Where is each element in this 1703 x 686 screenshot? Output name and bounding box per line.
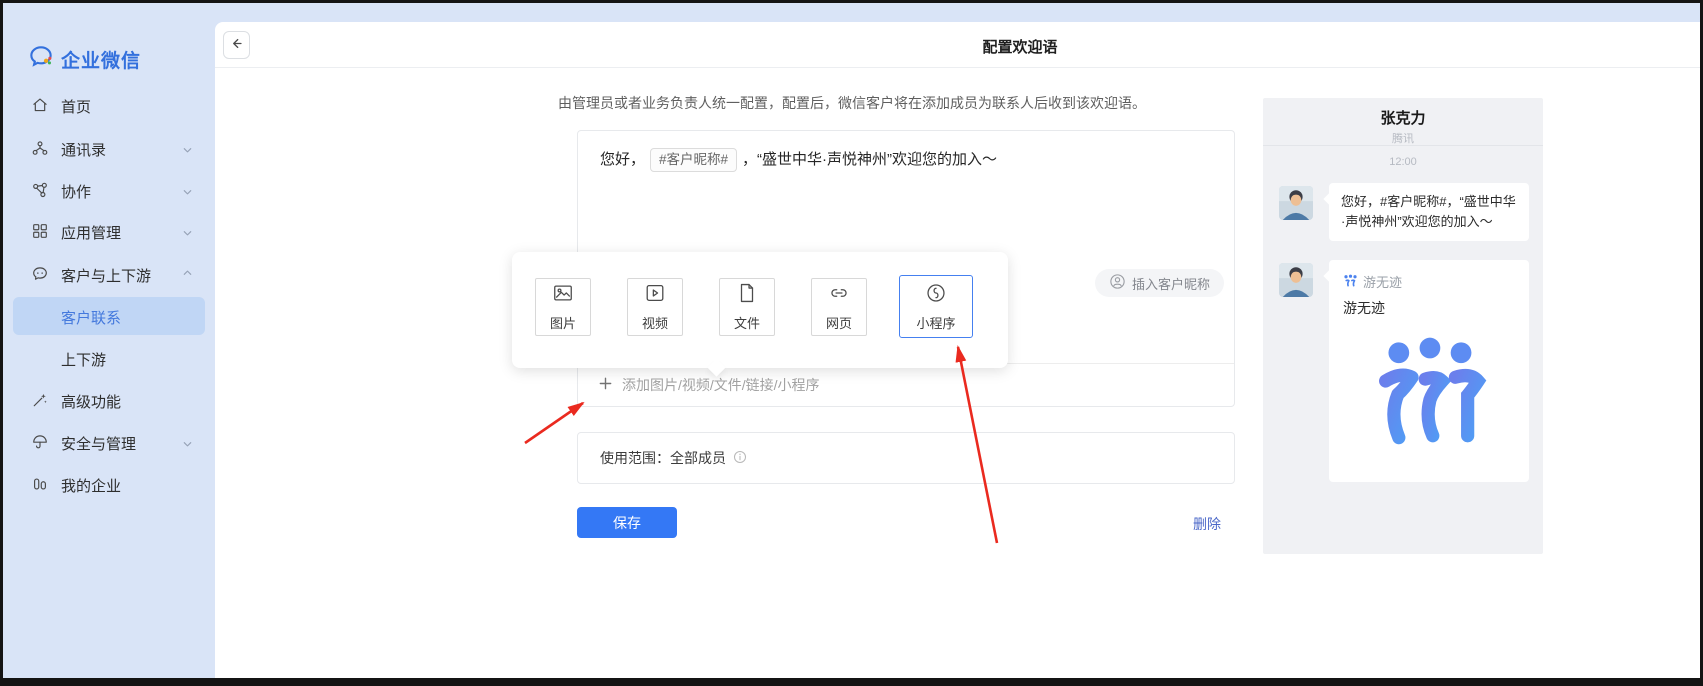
collaboration-icon: [31, 181, 49, 199]
popup-option-label: 图片: [550, 313, 576, 332]
popup-option-webpage[interactable]: 网页: [811, 278, 867, 336]
sidebar-item-label: 上下游: [61, 349, 106, 370]
message-timestamp: 12:00: [1263, 156, 1543, 168]
popup-option-video[interactable]: 视频: [627, 278, 683, 336]
home-icon: [31, 96, 49, 114]
sidebar-item-label: 客户与上下游: [61, 265, 151, 286]
chat-preview-panel: 张克力 腾讯 12:00 您好，#客户昵称#，“盛世中华·声悦神州”欢迎您的加入…: [1263, 98, 1543, 554]
link-icon: [828, 282, 850, 309]
brand-logo[interactable]: 企业微信: [27, 43, 141, 75]
contact-company: 腾讯: [1263, 130, 1543, 146]
add-attachment-button[interactable]: 添加图片/视频/文件/链接/小程序: [598, 375, 820, 395]
sidebar-item-home[interactable]: 首页: [3, 86, 215, 124]
chat-message: 游无迹 游无迹: [1279, 260, 1529, 482]
chevron-down-icon: [182, 185, 193, 196]
brand-name: 企业微信: [61, 46, 141, 73]
miniprogram-title: 游无迹: [1343, 298, 1515, 318]
main-panel: 配置欢迎语 由管理员或者业务负责人统一配置，配置后，微信客户将在添加成员为联系人…: [215, 22, 1700, 678]
popup-option-label: 视频: [642, 313, 668, 332]
miniprogram-logo-image: [1363, 332, 1495, 464]
app-grid-icon: [31, 222, 49, 240]
back-button[interactable]: [223, 31, 250, 59]
sidebar-item-my-company[interactable]: 我的企业: [3, 465, 215, 503]
sidebar-item-app-management[interactable]: 应用管理: [3, 212, 215, 250]
welcome-message-bubble: 您好，#客户昵称#，“盛世中华·声悦神州”欢迎您的加入～: [1329, 183, 1529, 241]
sidebar-item-label: 协作: [61, 181, 91, 202]
miniprogram-card: 游无迹 游无迹: [1329, 260, 1529, 482]
contact-name: 张克力: [1263, 107, 1543, 128]
sidebar-item-label: 客户联系: [61, 307, 121, 328]
message-text-prefix: 您好，: [600, 151, 645, 168]
image-icon: [552, 282, 574, 309]
chevron-down-icon: [182, 143, 193, 154]
save-button[interactable]: 保存: [577, 507, 677, 538]
insert-nickname-button[interactable]: 插入客户昵称: [1095, 269, 1224, 297]
contact-avatar: [1279, 186, 1313, 220]
wecom-logo-icon: [27, 43, 54, 75]
scope-card: 使用范围：全部成员: [577, 432, 1235, 484]
sidebar-item-label: 安全与管理: [61, 433, 136, 454]
popup-option-label: 小程序: [916, 313, 955, 332]
scope-label: 使用范围：全部成员: [600, 448, 726, 468]
sidebar-item-upstream-downstream[interactable]: 上下游: [3, 339, 215, 377]
app-window: 企业微信 首页 通讯录 协作 应用管理: [0, 0, 1703, 686]
sidebar-item-collaboration[interactable]: 协作: [3, 171, 215, 209]
preview-contact-header: 张克力 腾讯: [1263, 98, 1543, 146]
sidebar-item-contacts[interactable]: 通讯录: [3, 129, 215, 167]
nickname-tag-chip[interactable]: #客户昵称#: [650, 148, 737, 172]
sidebar-item-label: 首页: [61, 96, 91, 117]
sidebar-item-label: 高级功能: [61, 391, 121, 412]
sidebar-item-label: 我的企业: [61, 475, 121, 496]
company-icon: [31, 475, 49, 493]
popup-option-miniprogram[interactable]: 小程序: [899, 275, 973, 338]
config-description: 由管理员或者业务负责人统一配置，配置后，微信客户将在添加成员为联系人后收到该欢迎…: [402, 93, 1302, 113]
person-circle-icon: [1109, 273, 1126, 293]
miniprogram-source-name: 游无迹: [1363, 272, 1402, 291]
chevron-down-icon: [182, 437, 193, 448]
plus-icon: [598, 376, 613, 394]
chat-message: 您好，#客户昵称#，“盛世中华·声悦神州”欢迎您的加入～: [1279, 183, 1529, 241]
header-bar: 配置欢迎语: [215, 22, 1700, 68]
delete-link[interactable]: 删除: [1193, 514, 1221, 534]
magic-wand-icon: [31, 391, 49, 409]
app-background: 企业微信 首页 通讯录 协作 应用管理: [3, 3, 1700, 678]
sidebar-item-advanced-features[interactable]: 高级功能: [3, 381, 215, 419]
attachment-type-popup: 图片 视频 文件 网页: [512, 252, 1008, 368]
chevron-down-icon: [182, 226, 193, 237]
back-arrow-icon: [230, 37, 243, 53]
miniprogram-icon: [925, 282, 947, 309]
sidebar-item-customer-upstream[interactable]: 客户与上下游: [3, 255, 215, 293]
popup-option-image[interactable]: 图片: [535, 278, 591, 336]
contacts-icon: [31, 139, 49, 157]
info-icon[interactable]: [733, 450, 747, 467]
message-text-suffix: ，“盛世中华·声悦神州”欢迎您的加入～: [742, 151, 997, 168]
sidebar-item-label: 应用管理: [61, 222, 121, 243]
video-icon: [644, 282, 666, 309]
popup-option-label: 文件: [734, 313, 760, 332]
umbrella-icon: [31, 433, 49, 451]
sidebar-item-customer-contact[interactable]: 客户联系: [13, 297, 205, 335]
insert-nickname-label: 插入客户昵称: [1132, 274, 1210, 293]
sidebar-item-label: 通讯录: [61, 139, 106, 160]
chevron-up-icon: [182, 269, 193, 280]
miniprogram-logo-icon: [1343, 273, 1358, 291]
file-icon: [736, 282, 758, 309]
sidebar-item-security-management[interactable]: 安全与管理: [3, 423, 215, 461]
add-attachment-label: 添加图片/视频/文件/链接/小程序: [622, 375, 820, 395]
popup-option-file[interactable]: 文件: [719, 278, 775, 336]
sidebar: 企业微信 首页 通讯录 协作 应用管理: [3, 3, 215, 678]
welcome-message-text[interactable]: 您好， #客户昵称# ，“盛世中华·声悦神州”欢迎您的加入～: [600, 147, 1212, 173]
page-title: 配置欢迎语: [950, 36, 1090, 57]
customer-chat-icon: [31, 265, 49, 283]
popup-option-label: 网页: [826, 313, 852, 332]
contact-avatar: [1279, 263, 1313, 297]
